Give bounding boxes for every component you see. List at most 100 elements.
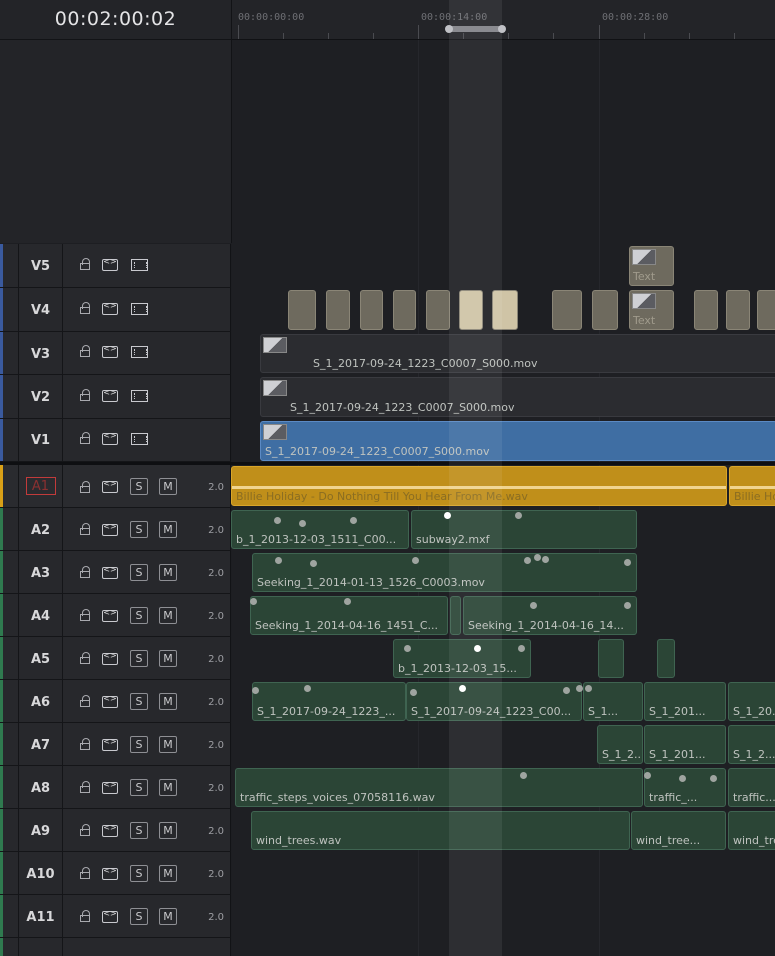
mute-button[interactable]: M xyxy=(159,822,177,839)
keyframe[interactable] xyxy=(624,602,631,609)
video-clip[interactable]: S_1_2017-09-24_1223_C0007_S000.mov xyxy=(260,334,775,373)
auto-select-icon[interactable]: <> xyxy=(102,694,118,708)
solo-button[interactable]: S xyxy=(130,478,148,495)
keyframe[interactable] xyxy=(344,598,351,605)
range-in-handle[interactable] xyxy=(445,25,453,33)
lock-icon[interactable] xyxy=(79,738,93,750)
auto-select-icon[interactable]: <> xyxy=(102,909,118,923)
video-clip[interactable]: S_1_2017-09-24_1223_C0007_S000.mov xyxy=(260,377,775,417)
audio-clip[interactable]: S_1_201... xyxy=(644,725,726,764)
solo-button[interactable]: S xyxy=(130,822,148,839)
audio-clip[interactable] xyxy=(657,639,675,678)
mute-button[interactable]: M xyxy=(159,650,177,667)
keyframe[interactable] xyxy=(524,557,531,564)
range-bar[interactable] xyxy=(448,26,503,32)
keyframe[interactable] xyxy=(530,602,537,609)
title-clip[interactable] xyxy=(393,290,416,330)
track-header-a11[interactable]: A11 <> S M 2.0 xyxy=(0,895,231,938)
keyframe[interactable] xyxy=(310,560,317,567)
auto-select-icon[interactable]: <> xyxy=(102,257,118,271)
auto-select-icon[interactable]: <> xyxy=(102,431,118,445)
audio-clip[interactable] xyxy=(598,639,624,678)
auto-select-icon[interactable]: <> xyxy=(102,522,118,536)
film-icon[interactable] xyxy=(131,303,148,315)
lock-icon[interactable] xyxy=(79,824,93,836)
lock-icon[interactable] xyxy=(79,609,93,621)
keyframe[interactable] xyxy=(304,685,311,692)
track-header-a9[interactable]: A9 <> S M 2.0 xyxy=(0,809,231,852)
title-clip[interactable] xyxy=(552,290,582,330)
title-clip[interactable]: Text xyxy=(629,246,674,286)
video-clip-selected[interactable]: S_1_2017-09-24_1223_C0007_S000.mov xyxy=(260,421,775,461)
mute-button[interactable]: M xyxy=(159,478,177,495)
film-icon[interactable] xyxy=(131,346,148,358)
solo-button[interactable]: S xyxy=(130,650,148,667)
title-clip[interactable] xyxy=(360,290,383,330)
keyframe[interactable] xyxy=(350,517,357,524)
film-icon[interactable] xyxy=(131,433,148,445)
title-clip[interactable] xyxy=(592,290,618,330)
lock-icon[interactable] xyxy=(79,481,93,493)
film-icon[interactable] xyxy=(131,390,148,402)
lock-icon[interactable] xyxy=(79,258,93,270)
lock-icon[interactable] xyxy=(79,695,93,707)
lock-icon[interactable] xyxy=(79,566,93,578)
audio-clip[interactable]: traffic... xyxy=(728,768,775,807)
audio-clip[interactable]: S_1_20... xyxy=(728,682,775,721)
auto-select-icon[interactable]: <> xyxy=(102,737,118,751)
track-header-a3[interactable]: A3 <> S M 2.0 xyxy=(0,551,231,594)
track-header-v4[interactable]: V4 <> xyxy=(0,288,231,332)
audio-clip[interactable]: S_1_2017-09-24_1223_... xyxy=(252,682,406,721)
track-header-a2[interactable]: A2 <> S M 2.0 xyxy=(0,508,231,551)
solo-button[interactable]: S xyxy=(130,521,148,538)
keyframe[interactable] xyxy=(515,512,522,519)
track-header-a1[interactable]: A1 <> S M 2.0 xyxy=(0,465,231,508)
keyframe[interactable] xyxy=(710,775,717,782)
title-clip[interactable] xyxy=(426,290,450,330)
auto-select-icon[interactable]: <> xyxy=(102,388,118,402)
audio-clip[interactable]: b_1_2013-12-03_1511_C00... xyxy=(231,510,409,549)
audio-clip[interactable]: traffic_... xyxy=(644,768,726,807)
audio-clip[interactable]: wind_trees.wav xyxy=(251,811,630,850)
timeline-ruler[interactable]: 00:00:00:00 00:00:14:00 00:00:28:00 xyxy=(232,0,775,40)
audio-clip[interactable]: S_1_201... xyxy=(644,682,726,721)
keyframe[interactable] xyxy=(250,598,257,605)
title-clip[interactable] xyxy=(757,290,775,330)
mute-button[interactable]: M xyxy=(159,693,177,710)
keyframe[interactable] xyxy=(534,554,541,561)
auto-select-icon[interactable]: <> xyxy=(102,866,118,880)
lock-icon[interactable] xyxy=(79,345,93,357)
audio-clip[interactable]: traffic_steps_voices_07058116.wav xyxy=(235,768,643,807)
keyframe[interactable] xyxy=(576,685,583,692)
track-header-a7[interactable]: A7 <> S M 2.0 xyxy=(0,723,231,766)
mute-button[interactable]: M xyxy=(159,779,177,796)
mute-button[interactable]: M xyxy=(159,564,177,581)
track-header-v1[interactable]: V1 <> xyxy=(0,419,231,462)
title-clip[interactable] xyxy=(694,290,718,330)
title-clip[interactable] xyxy=(726,290,750,330)
solo-button[interactable]: S xyxy=(130,736,148,753)
mute-button[interactable]: M xyxy=(159,736,177,753)
audio-clip[interactable]: Billie Ho xyxy=(729,466,775,506)
auto-select-icon[interactable]: <> xyxy=(102,301,118,315)
audio-clip[interactable]: S_1... xyxy=(583,682,643,721)
title-clip[interactable]: Text xyxy=(629,290,674,330)
track-header-a6[interactable]: A6 <> S M 2.0 xyxy=(0,680,231,723)
keyframe[interactable] xyxy=(410,689,417,696)
film-icon[interactable] xyxy=(131,259,148,271)
keyframe[interactable] xyxy=(404,645,411,652)
keyframe[interactable] xyxy=(520,772,527,779)
lock-icon[interactable] xyxy=(79,302,93,314)
lock-icon[interactable] xyxy=(79,910,93,922)
solo-button[interactable]: S xyxy=(130,607,148,624)
keyframe[interactable] xyxy=(274,517,281,524)
title-clip[interactable] xyxy=(326,290,350,330)
track-header-v3[interactable]: V3 <> xyxy=(0,332,231,375)
audio-clip[interactable]: S_1_2... xyxy=(728,725,775,764)
keyframe[interactable] xyxy=(585,685,592,692)
keyframe[interactable] xyxy=(563,687,570,694)
keyframe[interactable] xyxy=(252,687,259,694)
auto-select-icon[interactable]: <> xyxy=(102,608,118,622)
audio-clip[interactable]: Seeking_1_2014-01-13_1526_C0003.mov xyxy=(252,553,637,592)
auto-select-icon[interactable]: <> xyxy=(102,823,118,837)
